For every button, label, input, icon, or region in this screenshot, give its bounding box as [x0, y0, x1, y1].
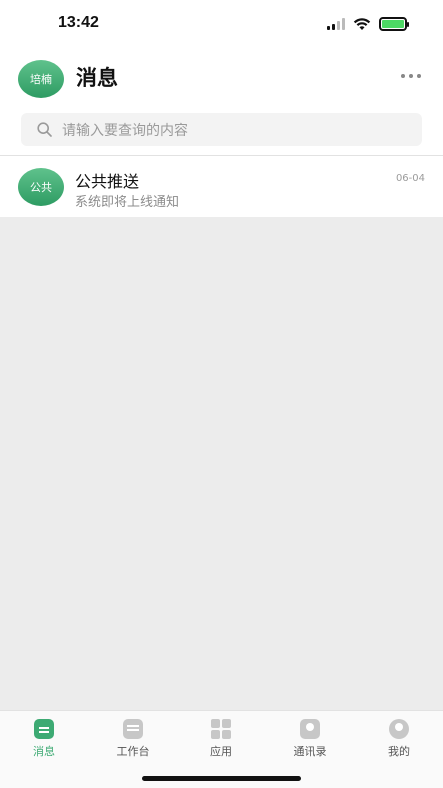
search-input[interactable]: 请输入要查询的内容: [21, 113, 422, 146]
signal-icon: [327, 18, 345, 30]
tab-label: 工作台: [116, 745, 150, 758]
message-title: 公共推送: [75, 172, 140, 191]
message-avatar: 公共: [18, 168, 64, 206]
user-avatar[interactable]: 培楠: [18, 60, 64, 98]
search-placeholder: 请输入要查询的内容: [62, 122, 188, 139]
tab-apps[interactable]: 应用: [191, 719, 251, 759]
tab-profile[interactable]: 我的: [369, 719, 429, 759]
list-item[interactable]: 公共 公共推送 系统即将上线通知 06-04: [0, 156, 443, 217]
page-title: 消息: [76, 66, 118, 90]
search-icon: [37, 122, 52, 137]
tab-label: 通讯录: [293, 745, 327, 758]
battery-icon: [379, 17, 409, 31]
tab-bar: 消息 工作台 应用 通讯录 我的: [0, 710, 443, 788]
contacts-icon: [300, 719, 320, 739]
status-time: 13:42: [58, 14, 99, 31]
workbench-icon: [123, 719, 143, 739]
status-bar: 13:42: [0, 0, 443, 46]
tab-workbench[interactable]: 工作台: [103, 719, 163, 759]
header: 培楠 消息 请输入要查询的内容: [0, 46, 443, 156]
tab-messages[interactable]: 消息: [14, 719, 74, 759]
profile-icon: [389, 719, 409, 739]
tab-contacts[interactable]: 通讯录: [280, 719, 340, 759]
tab-label: 我的: [388, 745, 410, 758]
message-preview: 系统即将上线通知: [75, 195, 180, 210]
tab-label: 消息: [33, 745, 55, 758]
message-icon: [34, 719, 54, 739]
home-indicator: [142, 776, 301, 781]
apps-icon: [211, 719, 231, 739]
more-icon[interactable]: [401, 74, 421, 78]
tab-label: 应用: [210, 745, 232, 758]
user-avatar-text: 培楠: [30, 73, 52, 86]
message-avatar-text: 公共: [30, 181, 52, 194]
message-date: 06-04: [395, 173, 425, 184]
status-icons: [327, 15, 409, 33]
wifi-icon: [353, 17, 371, 30]
